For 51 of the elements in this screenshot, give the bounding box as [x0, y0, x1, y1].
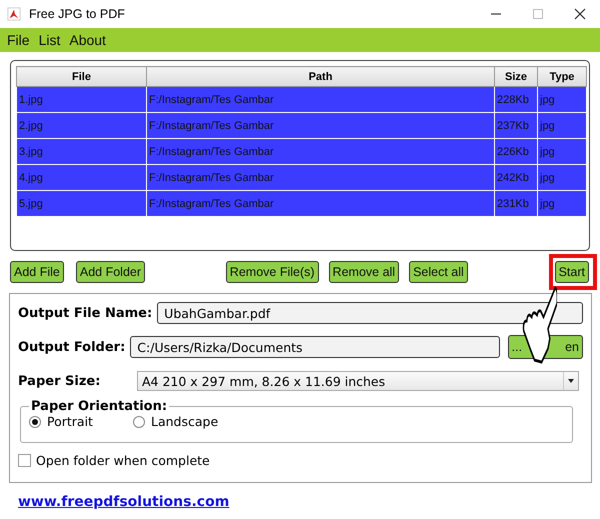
table-cell: 226Kb [494, 138, 538, 164]
table-cell: 4.jpg [16, 164, 146, 190]
table-cell: 237Kb [494, 112, 538, 138]
checkbox[interactable] [18, 454, 31, 467]
close-icon[interactable] [574, 8, 586, 20]
column-header[interactable]: File [16, 66, 146, 86]
radio-label: Landscape [151, 414, 218, 429]
table-cell: jpg [538, 190, 586, 216]
field-label: Output File Name: [18, 306, 152, 320]
website-link[interactable]: www.freepdfsolutions.com [18, 494, 230, 510]
column-header[interactable]: Size [494, 66, 538, 86]
radio-button[interactable] [29, 416, 41, 428]
action-button[interactable]: Select all [409, 261, 468, 283]
action-button[interactable]: Add Folder [76, 261, 146, 283]
table-cell: jpg [538, 112, 586, 138]
window-title: Free JPG to PDF [29, 7, 125, 21]
table-cell: 242Kb [494, 164, 538, 190]
table-cell: 231Kb [494, 190, 538, 216]
table-cell: F:/Instagram/Tes Gambar [146, 86, 494, 112]
radio-button[interactable] [133, 416, 145, 428]
table-cell: F:/Instagram/Tes Gambar [146, 138, 494, 164]
table-cell: 2.jpg [16, 112, 146, 138]
menu-item[interactable]: About [69, 32, 106, 48]
column-header[interactable]: Path [146, 66, 494, 86]
menu-item[interactable]: File [7, 32, 30, 48]
dropdown[interactable]: A4 210 x 297 mm, 8.26 x 11.69 inches [137, 371, 579, 391]
action-button[interactable]: Remove all [328, 261, 400, 283]
table-cell: 228Kb [494, 86, 538, 112]
checkbox-label: Open folder when complete [36, 453, 210, 468]
table-cell: F:/Instagram/Tes Gambar [146, 112, 494, 138]
table-cell: 1.jpg [16, 86, 146, 112]
table-cell: F:/Instagram/Tes Gambar [146, 164, 494, 190]
table-cell: jpg [538, 138, 586, 164]
table-cell: 5.jpg [16, 190, 146, 216]
menu-item[interactable]: List [38, 32, 60, 48]
field-label: Paper Size: [18, 374, 102, 388]
table-cell: F:/Instagram/Tes Gambar [146, 190, 494, 216]
text-field[interactable]: UbahGambar.pdf [157, 302, 583, 324]
radio-label: Portrait [47, 414, 93, 429]
dropdown-arrow-icon[interactable] [567, 377, 575, 385]
start-button[interactable]: Start [554, 261, 589, 283]
text-field[interactable]: C:/Users/Rizka/Documents [130, 336, 500, 358]
table-cell: 3.jpg [16, 138, 146, 164]
table-cell: jpg [538, 86, 586, 112]
field-label: Output Folder: [18, 340, 126, 354]
group-label: Paper Orientation: [30, 399, 168, 414]
table-cell: jpg [538, 164, 586, 190]
action-button[interactable]: Remove File(s) [226, 261, 319, 283]
action-button[interactable]: Add File [10, 261, 64, 283]
column-header[interactable]: Type [538, 66, 586, 86]
app-icon [7, 7, 21, 21]
